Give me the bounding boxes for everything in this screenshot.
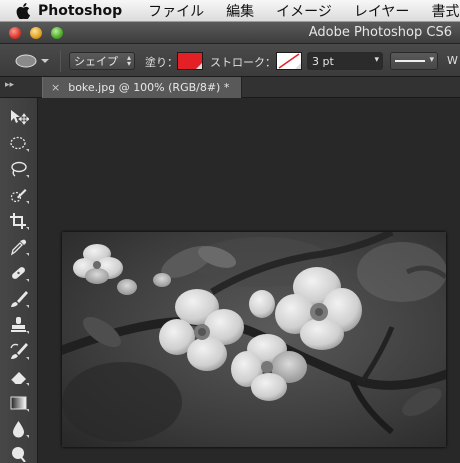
quick-selection-tool[interactable] <box>9 186 29 204</box>
stroke-label: ストローク： <box>210 56 276 69</box>
window-title: Adobe Photoshop CS6 <box>308 25 452 40</box>
gradient-icon <box>10 396 29 412</box>
ellipse-marquee-icon <box>10 136 29 152</box>
options-bar: シェイプ ▴ ▾ 塗り： ストローク： 3 pt ▾ ▾ W <box>0 44 460 77</box>
fill-color-swatch[interactable] <box>177 52 203 70</box>
brush-tool[interactable] <box>9 290 29 308</box>
stamp-icon <box>11 317 29 334</box>
ellipse-marquee-tool[interactable] <box>9 134 29 152</box>
lasso-icon <box>11 161 29 178</box>
collapse-toolbar-icon[interactable]: ▸▸ <box>5 80 14 90</box>
tools-panel <box>0 98 38 463</box>
menu-type[interactable]: 書式 <box>431 1 459 21</box>
tool-preset-picker[interactable] <box>14 53 50 69</box>
spot-healing-tool[interactable] <box>9 264 29 282</box>
blur-tool[interactable] <box>9 420 29 438</box>
apple-icon[interactable] <box>16 2 30 19</box>
menu-app-name[interactable]: Photoshop <box>38 3 122 19</box>
blur-drop-icon <box>13 421 29 438</box>
move-tool-icon <box>11 110 29 125</box>
lasso-tool[interactable] <box>9 160 29 178</box>
dodge-tool[interactable] <box>9 444 29 462</box>
window-minimize-button[interactable] <box>30 27 42 39</box>
menu-file[interactable]: ファイル <box>148 1 204 21</box>
crop-tool[interactable] <box>9 212 29 230</box>
document-tab[interactable]: × boke.jpg @ 100% (RGB/8#) * <box>42 77 242 98</box>
window-zoom-button[interactable] <box>51 27 63 39</box>
stroke-width-value: 3 pt <box>312 54 334 68</box>
menu-edit[interactable]: 編集 <box>226 1 254 21</box>
gradient-tool[interactable] <box>9 394 29 412</box>
blossom-photo <box>62 232 446 447</box>
eyedropper-tool[interactable] <box>9 238 29 256</box>
stroke-color-swatch[interactable] <box>276 52 302 70</box>
width-label: W <box>447 54 458 67</box>
eraser-tool[interactable] <box>9 368 29 386</box>
bandage-icon <box>12 267 29 282</box>
document-image[interactable] <box>62 232 446 447</box>
updown-arrows-icon: ▴ ▾ <box>126 53 131 68</box>
brush-icon <box>11 291 29 308</box>
quick-selection-icon <box>10 189 29 204</box>
fill-label: 塗り： <box>145 56 178 69</box>
menu-image[interactable]: イメージ <box>276 1 332 21</box>
chevron-down-icon: ▾ <box>429 55 434 65</box>
ellipse-preset-icon <box>15 54 49 68</box>
history-brush-tool[interactable] <box>9 342 29 360</box>
dropdown-corner-icon <box>196 63 202 69</box>
window-title-bar: Adobe Photoshop CS6 <box>0 22 460 44</box>
dodge-icon <box>12 447 26 462</box>
move-tool[interactable] <box>9 108 29 126</box>
dropdown-corner-icon <box>295 63 301 69</box>
chevron-down-icon: ▾ <box>374 55 379 65</box>
document-tab-title: boke.jpg @ 100% (RGB/8#) * <box>68 81 230 94</box>
menu-bar: Photoshop ファイル 編集 イメージ レイヤー 書式 <box>0 0 460 22</box>
shape-mode-select[interactable]: シェイプ ▴ ▾ <box>69 52 135 70</box>
history-brush-icon <box>10 343 29 360</box>
crop-icon <box>10 213 29 230</box>
tab-close-icon[interactable]: × <box>51 81 60 94</box>
stroke-type-select[interactable]: ▾ <box>390 52 438 70</box>
options-divider <box>60 50 61 72</box>
eraser-icon <box>10 372 29 386</box>
solid-line-icon <box>395 60 425 62</box>
clone-stamp-tool[interactable] <box>9 316 29 334</box>
document-tab-bar: ▸▸ × boke.jpg @ 100% (RGB/8#) * <box>0 77 460 98</box>
shape-mode-value: シェイプ <box>74 55 118 68</box>
window-close-button[interactable] <box>9 27 21 39</box>
eyedropper-icon <box>10 239 29 256</box>
menu-layer[interactable]: レイヤー <box>354 1 410 21</box>
stroke-width-field[interactable]: 3 pt ▾ <box>307 52 383 70</box>
